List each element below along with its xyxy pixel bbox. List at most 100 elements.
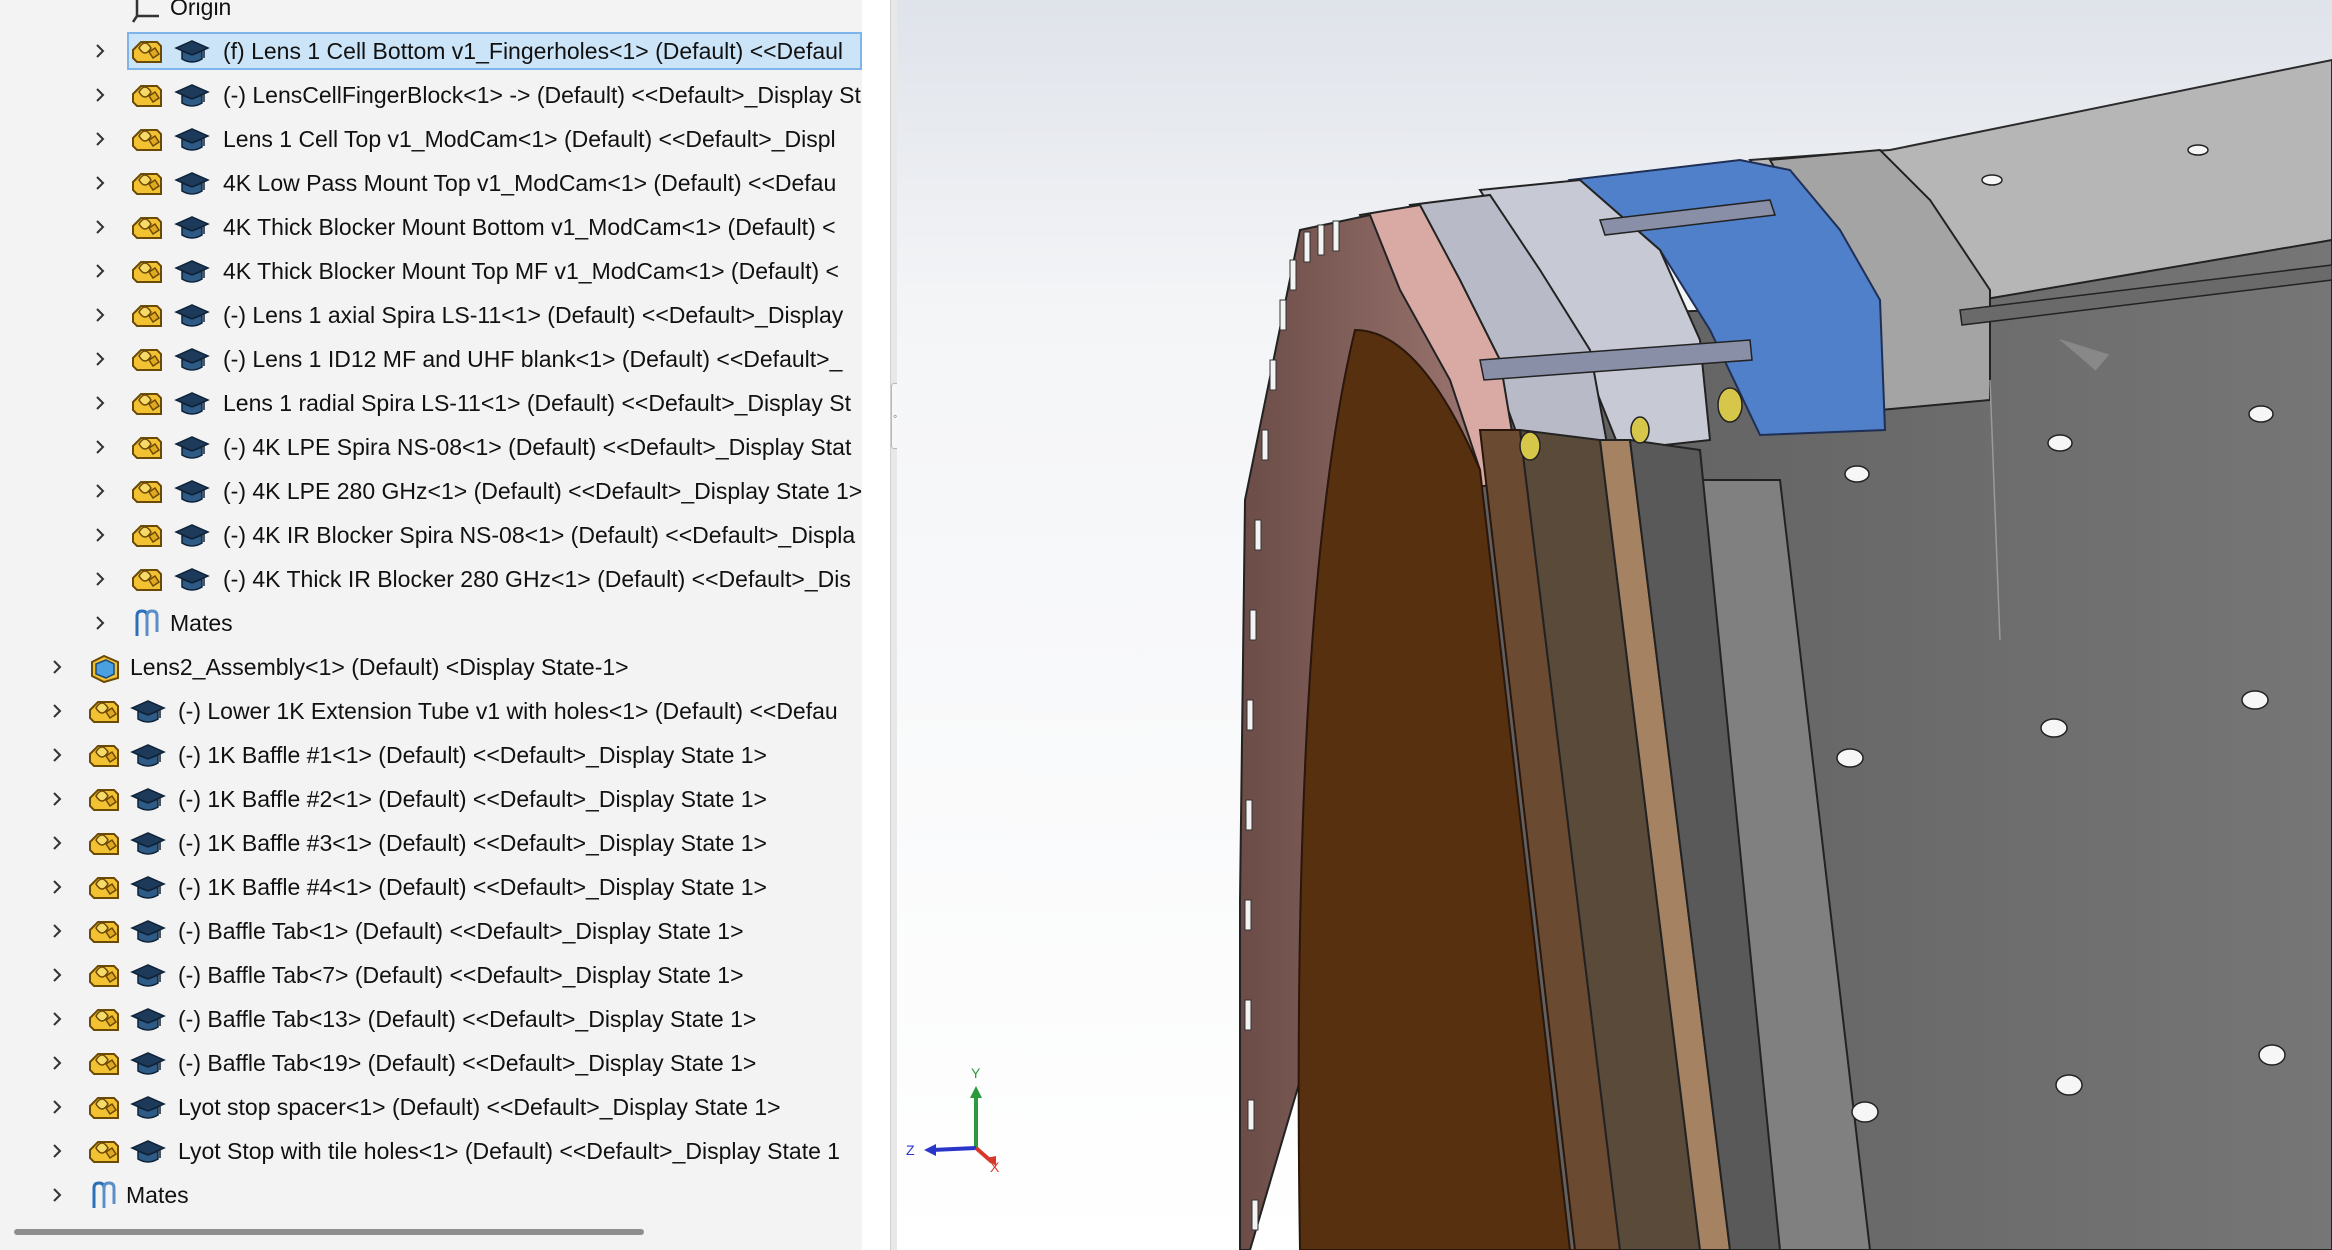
part-icon <box>129 36 165 68</box>
expand-arrow-icon[interactable] <box>50 701 64 721</box>
tree-horizontal-scrollbar[interactable] <box>14 1229 644 1235</box>
expand-arrow-icon[interactable] <box>93 525 107 545</box>
tree-row[interactable]: (-) Baffle Tab<1> (Default) <<Default>_D… <box>0 911 862 951</box>
expand-arrow-icon[interactable] <box>93 261 107 281</box>
tree-row[interactable]: (-) Lens 1 axial Spira LS-11<1> (Default… <box>0 295 862 335</box>
tree-row[interactable]: (-) LensCellFingerBlock<1> -> (Default) … <box>0 75 862 115</box>
config-grad-cap-icon <box>130 962 166 990</box>
expand-arrow-icon[interactable] <box>50 833 64 853</box>
tree-row-label: Mates <box>170 610 233 636</box>
tree-row[interactable]: Lens 1 radial Spira LS-11<1> (Default) <… <box>0 383 862 423</box>
tree-row[interactable]: 4K Low Pass Mount Top v1_ModCam<1> (Defa… <box>0 163 862 203</box>
tree-row[interactable]: (f) Lens 1 Cell Bottom v1_Fingerholes<1>… <box>0 31 862 71</box>
expand-arrow-icon[interactable] <box>50 745 64 765</box>
part-icon <box>86 1136 122 1168</box>
tree-row-label: (-) Lens 1 axial Spira LS-11<1> (Default… <box>223 302 844 328</box>
expand-arrow-icon[interactable] <box>93 437 107 457</box>
tree-row[interactable]: Origin <box>0 0 862 27</box>
part-icon <box>129 124 165 156</box>
expand-arrow-icon[interactable] <box>50 657 64 677</box>
expand-arrow-icon[interactable] <box>93 393 107 413</box>
config-grad-cap-icon <box>174 522 210 550</box>
expand-arrow-icon[interactable] <box>50 877 64 897</box>
expand-arrow-icon[interactable] <box>50 1009 64 1029</box>
triad-x-label: X <box>990 1159 1000 1175</box>
graphics-viewport[interactable]: Y Z X <box>897 0 2332 1250</box>
part-icon <box>86 1048 122 1080</box>
part-icon <box>129 344 165 376</box>
tree-row[interactable]: (-) Baffle Tab<13> (Default) <<Default>_… <box>0 999 862 1039</box>
expand-arrow-icon[interactable] <box>93 85 107 105</box>
expand-arrow-icon[interactable] <box>93 41 107 61</box>
tree-row-label: (-) 1K Baffle #3<1> (Default) <<Default>… <box>178 830 767 856</box>
tree-row-label: (-) 4K Thick IR Blocker 280 GHz<1> (Defa… <box>223 566 851 592</box>
config-grad-cap-icon <box>174 214 210 242</box>
tree-row[interactable]: (-) 1K Baffle #2<1> (Default) <<Default>… <box>0 779 862 819</box>
mates-icon <box>129 608 165 640</box>
expand-arrow-icon[interactable] <box>50 1097 64 1117</box>
tree-row[interactable]: (-) 1K Baffle #3<1> (Default) <<Default>… <box>0 823 862 863</box>
expand-arrow-icon[interactable] <box>50 789 64 809</box>
model-view[interactable]: Y Z X <box>897 0 2332 1250</box>
part-icon <box>129 432 165 464</box>
tree-row[interactable]: Lens 1 Cell Top v1_ModCam<1> (Default) <… <box>0 119 862 159</box>
tree-row-label: (-) Lens 1 ID12 MF and UHF blank<1> (Def… <box>223 346 843 372</box>
tree-row[interactable]: Lyot Stop with tile holes<1> (Default) <… <box>0 1131 862 1171</box>
tree-row[interactable]: (-) 1K Baffle #4<1> (Default) <<Default>… <box>0 867 862 907</box>
expand-arrow-icon[interactable] <box>93 613 107 633</box>
config-grad-cap-icon <box>174 390 210 418</box>
tree-row[interactable]: 4K Thick Blocker Mount Bottom v1_ModCam<… <box>0 207 862 247</box>
expand-arrow-icon[interactable] <box>50 921 64 941</box>
tree-row[interactable]: 4K Thick Blocker Mount Top MF v1_ModCam<… <box>0 251 862 291</box>
tree-row[interactable]: Mates <box>0 603 862 643</box>
tree-row-label: Mates <box>126 1182 189 1208</box>
config-grad-cap-icon <box>130 1094 166 1122</box>
tree-row-label: (-) Baffle Tab<13> (Default) <<Default>_… <box>178 1006 757 1032</box>
part-icon <box>129 256 165 288</box>
expand-arrow-icon[interactable] <box>50 965 64 985</box>
tree-row[interactable]: (-) 4K LPE Spira NS-08<1> (Default) <<De… <box>0 427 862 467</box>
config-grad-cap-icon <box>174 126 210 154</box>
tree-row[interactable]: Lyot stop spacer<1> (Default) <<Default>… <box>0 1087 862 1127</box>
tree-row[interactable]: (-) Baffle Tab<7> (Default) <<Default>_D… <box>0 955 862 995</box>
tree-row-label: (-) 1K Baffle #4<1> (Default) <<Default>… <box>178 874 767 900</box>
expand-arrow-icon[interactable] <box>93 173 107 193</box>
tree-row-label: Lyot Stop with tile holes<1> (Default) <… <box>178 1138 841 1164</box>
tree-row[interactable]: (-) 4K LPE 280 GHz<1> (Default) <<Defaul… <box>0 471 862 511</box>
expand-arrow-icon[interactable] <box>93 481 107 501</box>
config-grad-cap-icon <box>130 1050 166 1078</box>
o-ring-2 <box>1630 416 1650 444</box>
tree-row-label: (-) 1K Baffle #1<1> (Default) <<Default>… <box>178 742 767 768</box>
part-icon <box>129 520 165 552</box>
tree-row-label: (-) 4K IR Blocker Spira NS-08<1> (Defaul… <box>223 522 856 548</box>
config-grad-cap-icon <box>130 786 166 814</box>
config-grad-cap-icon <box>130 874 166 902</box>
part-icon <box>86 740 122 772</box>
part-icon <box>129 564 165 596</box>
tree-row[interactable]: Lens2_Assembly<1> (Default) <Display Sta… <box>0 647 862 687</box>
tree-row[interactable]: (-) Lens 1 ID12 MF and UHF blank<1> (Def… <box>0 339 862 379</box>
tree-row-label: 4K Low Pass Mount Top v1_ModCam<1> (Defa… <box>223 170 837 196</box>
tree-row-label: (-) Baffle Tab<1> (Default) <<Default>_D… <box>178 918 744 944</box>
tree-row-label: Origin <box>170 0 232 20</box>
tree-row[interactable]: (-) 4K Thick IR Blocker 280 GHz<1> (Defa… <box>0 559 862 599</box>
tree-row[interactable]: (-) Baffle Tab<19> (Default) <<Default>_… <box>0 1043 862 1083</box>
config-grad-cap-icon <box>130 830 166 858</box>
expand-arrow-icon[interactable] <box>50 1141 64 1161</box>
tree-row[interactable]: (-) 1K Baffle #1<1> (Default) <<Default>… <box>0 735 862 775</box>
tube-assembly[interactable] <box>1239 58 2332 1250</box>
expand-arrow-icon[interactable] <box>93 217 107 237</box>
expand-arrow-icon[interactable] <box>50 1185 64 1205</box>
tree-row[interactable]: (-) 4K IR Blocker Spira NS-08<1> (Defaul… <box>0 515 862 555</box>
part-icon <box>129 476 165 508</box>
expand-arrow-icon[interactable] <box>50 1053 64 1073</box>
expand-arrow-icon[interactable] <box>93 569 107 589</box>
tree-row[interactable]: Mates <box>0 1175 862 1215</box>
part-icon <box>86 960 122 992</box>
origin-icon <box>129 0 165 24</box>
expand-arrow-icon[interactable] <box>93 129 107 149</box>
config-grad-cap-icon <box>174 38 210 66</box>
expand-arrow-icon[interactable] <box>93 349 107 369</box>
tree-row[interactable]: (-) Lower 1K Extension Tube v1 with hole… <box>0 691 862 731</box>
expand-arrow-icon[interactable] <box>93 305 107 325</box>
